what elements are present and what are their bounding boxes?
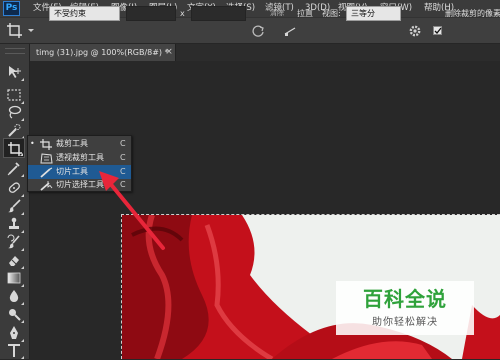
gradient-icon — [7, 272, 21, 284]
marquee-icon — [7, 89, 21, 101]
stamp-icon — [9, 217, 19, 229]
move-tool[interactable] — [3, 62, 25, 82]
brush-icon — [8, 199, 21, 213]
eraser-icon — [9, 256, 19, 266]
flyout-item-label: 透视裁剪工具 — [56, 153, 104, 162]
lasso-icon — [8, 105, 22, 119]
width-input[interactable] — [126, 6, 176, 21]
flyout-item-label: 裁剪工具 — [56, 139, 88, 148]
slice-select-icon — [40, 181, 53, 191]
photoshop-logo: Ps — [3, 1, 20, 16]
flyout-item-label: 切片工具 — [56, 167, 88, 176]
panel-grip[interactable] — [5, 48, 25, 54]
clear-button[interactable]: 清除 — [270, 6, 284, 21]
gradient-tool[interactable] — [3, 268, 25, 288]
flyout-item-shortcut: C — [120, 139, 126, 148]
move-icon — [9, 66, 21, 78]
quick-selection-tool[interactable] — [3, 120, 25, 140]
bandage-icon — [8, 182, 20, 193]
eyedropper-tool[interactable] — [3, 158, 25, 178]
close-icon[interactable]: × — [163, 44, 175, 61]
tool-preset-picker[interactable] — [6, 22, 24, 40]
type-icon — [8, 344, 20, 357]
height-input[interactable] — [191, 6, 246, 21]
pen-icon — [10, 326, 18, 339]
delete-cropped-label: 删除裁剪的像素 — [445, 9, 500, 18]
flyout-item-perspective-crop[interactable]: 透视裁剪工具 C — [28, 151, 131, 165]
crop-icon — [7, 23, 22, 38]
overlay-view-value: 三等分 — [351, 9, 375, 18]
quick-selection-icon — [8, 124, 21, 137]
watermark-title: 百科全说 — [363, 287, 447, 311]
eraser-tool[interactable] — [3, 250, 25, 270]
gear-icon[interactable] — [408, 24, 422, 38]
slice-icon — [40, 167, 53, 178]
ratio-preset-dropdown[interactable]: 不受约束 — [49, 6, 120, 21]
drop-icon — [9, 290, 19, 302]
dodge-icon — [9, 309, 21, 321]
straighten-icon[interactable] — [284, 25, 296, 37]
delete-cropped-checkbox[interactable] — [433, 26, 442, 35]
perspective-crop-icon — [40, 153, 53, 164]
dodge-tool[interactable] — [3, 304, 25, 324]
crop-tool[interactable] — [3, 138, 25, 158]
clone-stamp-tool[interactable] — [3, 214, 25, 234]
dimension-separator: x — [180, 9, 185, 18]
crop-icon — [40, 139, 52, 150]
eyedropper-icon — [7, 162, 20, 176]
watermark-subtitle: 助你轻松解决 — [372, 317, 438, 328]
type-tool[interactable] — [3, 340, 25, 360]
healing-brush-tool[interactable] — [3, 178, 25, 198]
flyout-item-shortcut: C — [120, 153, 126, 162]
blur-tool[interactable] — [3, 286, 25, 306]
swap-icon[interactable] — [251, 24, 265, 38]
active-tool-bullet: • — [30, 139, 35, 148]
history-brush-icon — [7, 234, 20, 249]
lasso-tool[interactable] — [3, 102, 25, 122]
ratio-preset-value: 不受约束 — [54, 9, 86, 18]
document-tab[interactable]: timg (31).jpg @ 100%(RGB/8#) * — [30, 44, 176, 61]
straighten-label[interactable]: 拉直 — [297, 6, 313, 21]
flyout-item-crop[interactable]: • 裁剪工具 C — [28, 137, 131, 151]
chevron-down-icon[interactable] — [28, 29, 34, 32]
history-brush-tool[interactable] — [3, 232, 25, 252]
options-bar — [0, 17, 500, 44]
overlay-view-dropdown[interactable]: 三等分 — [346, 6, 401, 21]
view-label: 视图: — [322, 9, 341, 18]
annotation-arrow — [99, 171, 165, 250]
brush-tool[interactable] — [3, 196, 25, 216]
